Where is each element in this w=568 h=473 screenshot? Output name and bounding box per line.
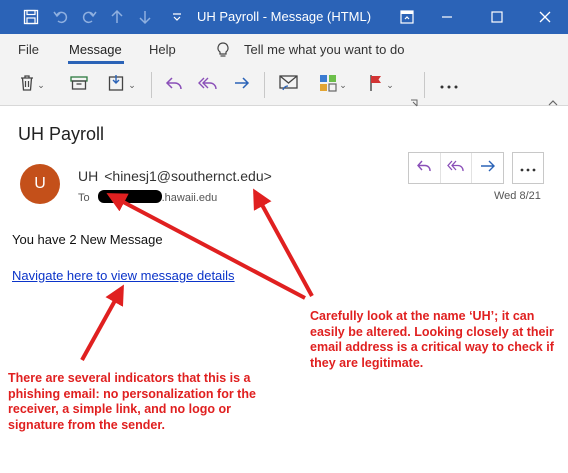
maximize-icon[interactable] xyxy=(486,0,508,34)
ribbon-divider xyxy=(264,72,265,98)
annotation-phishing-note: There are several indicators that this i… xyxy=(8,371,256,432)
move-button[interactable]: ⌄ xyxy=(102,72,142,98)
more-actions-button[interactable] xyxy=(512,152,544,184)
undo-icon[interactable] xyxy=(50,0,72,34)
recipient-domain: .hawaii.edu xyxy=(161,192,218,204)
save-icon[interactable] xyxy=(18,0,44,34)
reply-icon xyxy=(165,75,183,96)
message-subject: UH Payroll xyxy=(18,124,105,144)
redacted-recipient xyxy=(97,190,162,203)
reply-all-button[interactable] xyxy=(441,153,473,183)
more-commands-button[interactable] xyxy=(434,72,464,98)
archive-icon xyxy=(70,75,88,96)
categorize-icon xyxy=(319,74,337,97)
arrow-to-link xyxy=(80,284,124,361)
avatar: U xyxy=(20,164,60,204)
chevron-down-icon: ⌄ xyxy=(386,79,394,90)
categorize-button[interactable]: ⌄ xyxy=(312,72,354,98)
message-link[interactable]: Navigate here to view message details xyxy=(12,268,235,283)
up-arrow-icon[interactable] xyxy=(106,0,128,34)
flag-icon xyxy=(368,74,384,97)
sender-name: UH xyxy=(78,168,99,184)
lightbulb-icon xyxy=(216,42,230,63)
reply-all-button[interactable] xyxy=(194,72,222,98)
redo-icon[interactable] xyxy=(78,0,100,34)
chevron-down-icon: ⌄ xyxy=(128,79,136,90)
chevron-down-icon: ⌄ xyxy=(339,79,347,90)
collapse-ribbon-icon[interactable] xyxy=(548,94,558,112)
reply-button[interactable] xyxy=(160,72,188,98)
sender-line[interactable]: UH <hinesj1@southernct.edu> xyxy=(78,168,272,184)
reply-button[interactable] xyxy=(409,153,441,183)
title-bar: UH Payroll - Message (HTML) xyxy=(0,0,568,34)
forward-icon xyxy=(233,75,251,96)
move-folder-icon xyxy=(108,74,126,97)
archive-button[interactable] xyxy=(64,72,94,98)
dialog-launcher-icon[interactable] xyxy=(410,94,418,112)
menu-bar: File Message Help Tell me what you want … xyxy=(0,34,568,64)
ribbon-divider xyxy=(151,72,152,98)
forward-button[interactable] xyxy=(228,72,256,98)
tab-file[interactable]: File xyxy=(18,42,39,57)
customize-toolbar-icon[interactable] xyxy=(168,0,186,34)
ribbon-display-icon[interactable] xyxy=(396,0,418,34)
forward-icon xyxy=(480,159,496,178)
follow-up-button[interactable]: ⌄ xyxy=(362,72,400,98)
tell-me-search[interactable]: Tell me what you want to do xyxy=(244,42,404,57)
message-action-group xyxy=(408,152,504,184)
message-body-text: You have 2 New Message xyxy=(12,232,163,247)
more-icon xyxy=(440,76,458,94)
annotation-sender-note: Carefully look at the name ‘UH’; it can … xyxy=(310,309,554,370)
more-icon xyxy=(520,159,536,177)
recipient-line: To .hawaii.edu xyxy=(78,190,217,204)
avatar-initial: U xyxy=(34,175,46,192)
mail-move-icon xyxy=(279,74,299,97)
tab-message[interactable]: Message xyxy=(69,42,122,57)
sender-email: <hinesj1@southernct.edu> xyxy=(104,168,272,184)
chevron-down-icon: ⌄ xyxy=(37,79,45,90)
to-label: To xyxy=(78,192,90,204)
tab-help[interactable]: Help xyxy=(149,42,176,57)
reply-icon xyxy=(416,159,432,178)
reply-all-icon xyxy=(198,75,218,96)
down-arrow-icon[interactable] xyxy=(134,0,156,34)
ribbon-toolbar: ⌄ ⌄ ⌄ ⌄ xyxy=(0,64,568,107)
arrow-to-sender-email xyxy=(253,188,314,297)
trash-icon xyxy=(19,74,35,97)
minimize-icon[interactable] xyxy=(436,0,458,34)
forward-button[interactable] xyxy=(472,153,503,183)
message-date: Wed 8/21 xyxy=(494,190,541,202)
move-to-button[interactable] xyxy=(274,72,304,98)
close-icon[interactable] xyxy=(534,0,556,34)
ribbon-divider xyxy=(424,72,425,98)
reply-all-icon xyxy=(447,159,465,178)
delete-button[interactable]: ⌄ xyxy=(12,72,52,98)
